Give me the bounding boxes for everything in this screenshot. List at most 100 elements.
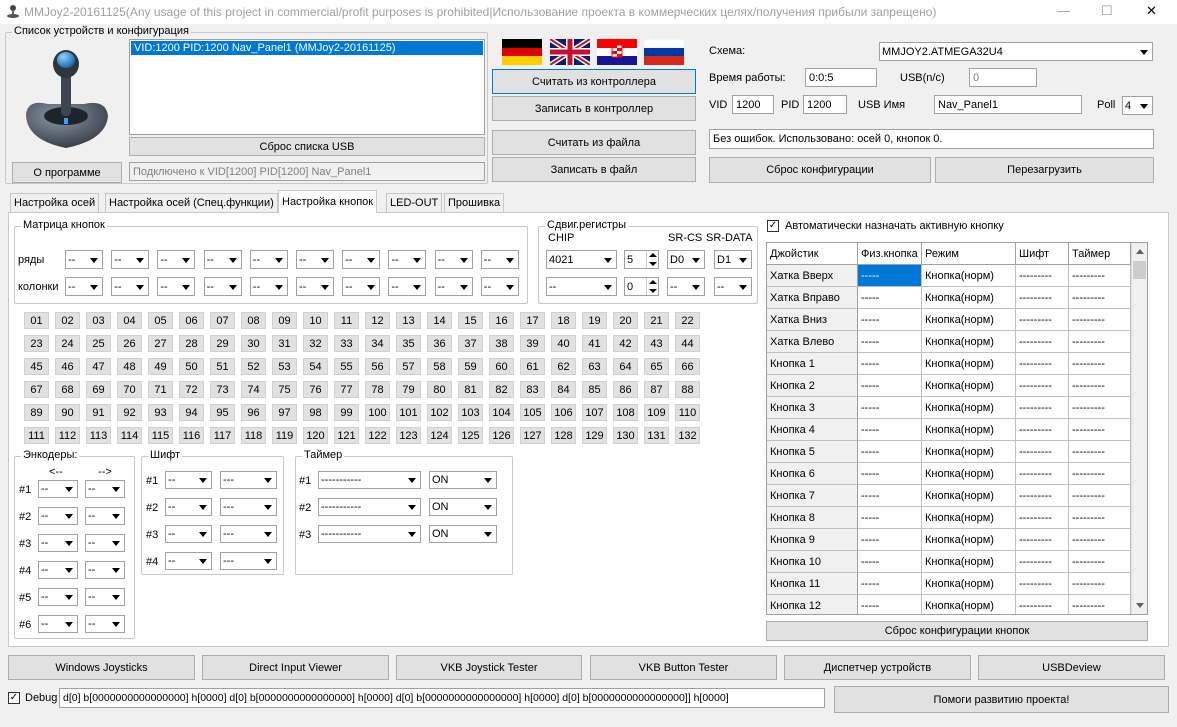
shift-select-1[interactable]: --	[165, 552, 212, 570]
timer-select[interactable]: -----------	[318, 498, 421, 516]
encoder-right-select[interactable]: --	[85, 561, 125, 579]
button-cell[interactable]: 44	[675, 335, 700, 352]
table-cell[interactable]: ---------	[1069, 595, 1131, 614]
sr-count-2[interactable]: 0	[624, 277, 659, 296]
device-list-item[interactable]: VID:1200 PID:1200 Nav_Panel1 (MMJoy2-201…	[131, 41, 483, 55]
button-cell[interactable]: 132	[675, 427, 700, 444]
button-cell[interactable]: 38	[489, 335, 514, 352]
button-cell[interactable]: 75	[272, 381, 297, 398]
button-cell[interactable]: 94	[179, 404, 204, 421]
button-cell[interactable]: 85	[582, 381, 607, 398]
table-cell[interactable]: Кнопка(норм)	[922, 287, 1016, 309]
matrix-row-select[interactable]: --	[388, 250, 427, 269]
button-cell[interactable]: 87	[644, 381, 669, 398]
button-cell[interactable]: 72	[179, 381, 204, 398]
button-cell[interactable]: 48	[117, 358, 142, 375]
table-cell[interactable]: Кнопка(норм)	[922, 375, 1016, 397]
button-cell[interactable]: 06	[179, 312, 204, 329]
table-cell[interactable]: -----	[858, 397, 922, 419]
button-cell[interactable]: 73	[210, 381, 235, 398]
button-cell[interactable]: 51	[210, 358, 235, 375]
button-cell[interactable]: 117	[210, 427, 235, 444]
scroll-up-icon[interactable]	[1136, 249, 1144, 254]
table-scrollbar[interactable]	[1131, 243, 1147, 614]
button-cell[interactable]: 124	[427, 427, 452, 444]
button-cell[interactable]: 11	[334, 312, 359, 329]
table-cell[interactable]: -----	[858, 551, 922, 573]
button-cell[interactable]: 15	[458, 312, 483, 329]
button-cell[interactable]: 60	[489, 358, 514, 375]
button-cell[interactable]: 103	[458, 404, 483, 421]
poll-select[interactable]: 4	[1122, 96, 1153, 115]
button-cell[interactable]: 106	[551, 404, 576, 421]
button-cell[interactable]: 10	[303, 312, 328, 329]
matrix-col-select[interactable]: --	[480, 277, 519, 296]
table-header[interactable]: Режим	[922, 243, 1016, 265]
table-cell[interactable]: -----	[858, 331, 922, 353]
button-cell[interactable]: 128	[551, 427, 576, 444]
table-cell[interactable]: ---------	[1016, 397, 1069, 419]
button-cell[interactable]: 26	[117, 335, 142, 352]
table-cell[interactable]: ---------	[1069, 441, 1131, 463]
table-cell[interactable]: Кнопка(норм)	[922, 507, 1016, 529]
button-cell[interactable]: 97	[272, 404, 297, 421]
table-header[interactable]: Таймер	[1069, 243, 1131, 265]
button-cell[interactable]: 109	[644, 404, 669, 421]
button-cell[interactable]: 04	[117, 312, 142, 329]
button-cell[interactable]: 71	[148, 381, 173, 398]
button-cell[interactable]: 63	[582, 358, 607, 375]
button-cell[interactable]: 36	[427, 335, 452, 352]
table-row-header[interactable]: Кнопка 12	[767, 595, 858, 614]
table-row-header[interactable]: Кнопка 6	[767, 463, 858, 485]
table-cell[interactable]: ---------	[1069, 419, 1131, 441]
table-cell[interactable]: Кнопка(норм)	[922, 309, 1016, 331]
button-cell[interactable]: 100	[365, 404, 390, 421]
table-cell[interactable]: Кнопка(норм)	[922, 485, 1016, 507]
sr-cs-select-1[interactable]: D0	[667, 250, 705, 269]
table-row-header[interactable]: Кнопка 8	[767, 507, 858, 529]
table-cell[interactable]: ---------	[1016, 595, 1069, 614]
table-row-header[interactable]: Кнопка 2	[767, 375, 858, 397]
button-cell[interactable]: 111	[24, 427, 49, 444]
table-cell[interactable]: ---------	[1016, 441, 1069, 463]
table-cell[interactable]: -----	[858, 419, 922, 441]
button-cell[interactable]: 88	[675, 381, 700, 398]
table-cell[interactable]: Кнопка(норм)	[922, 419, 1016, 441]
table-cell[interactable]: Кнопка(норм)	[922, 331, 1016, 353]
button-cell[interactable]: 114	[117, 427, 142, 444]
button-cell[interactable]: 102	[427, 404, 452, 421]
encoder-left-select[interactable]: --	[38, 534, 78, 552]
button-cell[interactable]: 55	[334, 358, 359, 375]
button-cell[interactable]: 42	[613, 335, 638, 352]
button-cell[interactable]: 66	[675, 358, 700, 375]
matrix-col-select[interactable]: --	[342, 277, 381, 296]
reboot-button[interactable]: Перезагрузить	[935, 157, 1154, 183]
usbdeview-button[interactable]: USBDeview	[978, 655, 1165, 680]
button-cell[interactable]: 14	[427, 312, 452, 329]
button-cell[interactable]: 90	[55, 404, 80, 421]
table-cell[interactable]: Кнопка(норм)	[922, 529, 1016, 551]
button-cell[interactable]: 07	[210, 312, 235, 329]
table-row-header[interactable]: Кнопка 9	[767, 529, 858, 551]
button-cell[interactable]: 12	[365, 312, 390, 329]
table-cell[interactable]: ---------	[1016, 485, 1069, 507]
maximize-button[interactable]: ☐	[1101, 3, 1113, 19]
button-cell[interactable]: 39	[520, 335, 545, 352]
matrix-col-select[interactable]: --	[111, 277, 150, 296]
table-row-header[interactable]: Хатка Вниз	[767, 309, 858, 331]
matrix-row-select[interactable]: --	[65, 250, 103, 269]
chip-select-1[interactable]: 4021	[546, 250, 617, 269]
table-cell[interactable]: -----	[858, 463, 922, 485]
write-file-button[interactable]: Записать в файл	[492, 157, 696, 182]
matrix-col-select[interactable]: --	[296, 277, 334, 296]
table-cell[interactable]: Кнопка(норм)	[922, 397, 1016, 419]
table-cell[interactable]: Кнопка(норм)	[922, 551, 1016, 573]
button-cell[interactable]: 83	[520, 381, 545, 398]
tab-axes[interactable]: Настройка осей	[10, 193, 100, 212]
button-cell[interactable]: 84	[551, 381, 576, 398]
button-cell[interactable]: 40	[551, 335, 576, 352]
button-cell[interactable]: 112	[55, 427, 80, 444]
button-cell[interactable]: 20	[613, 312, 638, 329]
reset-config-button[interactable]: Сброс конфигурации	[709, 157, 931, 183]
table-cell[interactable]: ---------	[1069, 507, 1131, 529]
